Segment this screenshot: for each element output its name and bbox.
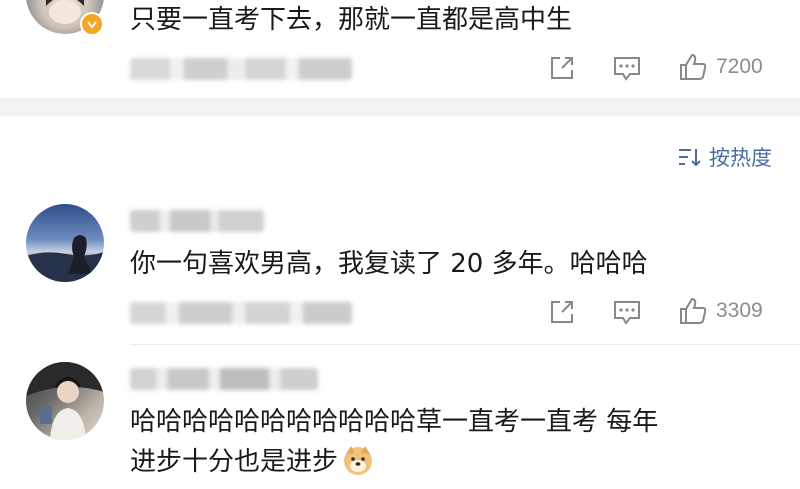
comment-meta bbox=[130, 58, 352, 80]
comment-text-line-2: 进步十分也是进步 bbox=[130, 442, 374, 482]
comment-icon bbox=[614, 301, 640, 325]
verified-icon bbox=[80, 12, 104, 36]
like-count: 3309 bbox=[716, 299, 763, 322]
like-icon bbox=[680, 53, 707, 80]
section-separator bbox=[0, 98, 800, 116]
share-button[interactable] bbox=[548, 54, 576, 82]
avatar-image bbox=[26, 235, 104, 282]
comment-button[interactable] bbox=[612, 54, 642, 82]
username[interactable] bbox=[130, 368, 318, 390]
like-count: 7200 bbox=[716, 55, 763, 78]
username[interactable] bbox=[130, 210, 264, 232]
sort-by-hot-button[interactable]: 按热度 bbox=[677, 142, 772, 172]
comment-text: 你一句喜欢男高，我复读了 20 多年。哈哈哈 bbox=[130, 249, 648, 279]
share-icon bbox=[551, 301, 573, 323]
share-button[interactable] bbox=[548, 298, 576, 326]
comment-text-line-2-content: 进步十分也是进步 bbox=[130, 447, 339, 477]
comment-text-line-1: 哈哈哈哈哈哈哈哈哈哈哈草一直考一直考 每年 bbox=[130, 407, 659, 437]
avatar-image bbox=[26, 362, 104, 440]
avatar[interactable] bbox=[26, 362, 104, 440]
like-button[interactable]: 3309 bbox=[678, 296, 763, 326]
comment-text: 只要一直考下去，那就一直都是高中生 bbox=[130, 5, 573, 35]
doge-emoji bbox=[342, 444, 374, 476]
avatar[interactable] bbox=[26, 204, 104, 282]
sort-label: 按热度 bbox=[709, 146, 772, 170]
comment-meta bbox=[130, 302, 352, 324]
like-button[interactable]: 7200 bbox=[678, 52, 763, 82]
sort-icon bbox=[679, 149, 701, 167]
comment-icon bbox=[614, 57, 640, 81]
comment-button[interactable] bbox=[612, 298, 642, 326]
comment-divider bbox=[130, 344, 800, 345]
share-icon bbox=[551, 57, 573, 79]
like-icon bbox=[680, 297, 707, 324]
